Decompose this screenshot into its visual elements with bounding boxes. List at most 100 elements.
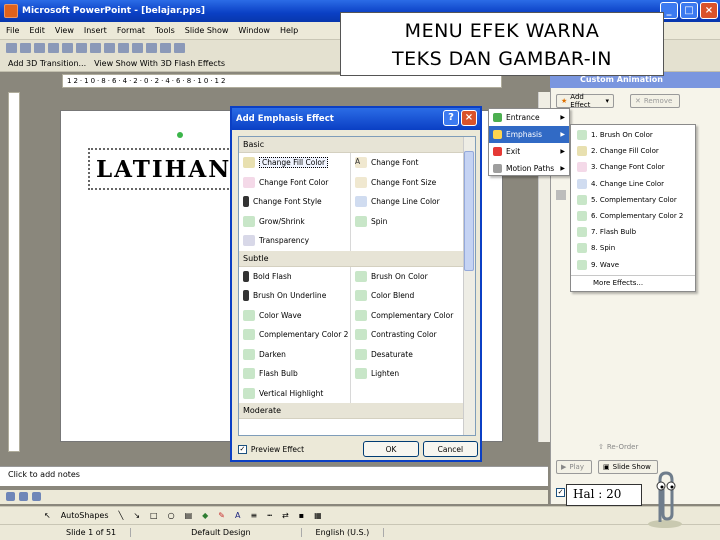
menu-item-motion-paths[interactable]: Motion Paths ▶	[489, 160, 569, 177]
submenu-item[interactable]: 5. Complementary Color	[571, 192, 695, 208]
help-button[interactable]: ?	[443, 110, 459, 126]
add-3d-transition-button[interactable]: Add 3D Transition...	[8, 59, 86, 68]
paste-icon[interactable]	[118, 43, 129, 53]
open-icon[interactable]	[20, 43, 31, 53]
list-item[interactable]: Transparency	[239, 231, 351, 251]
font-color-icon[interactable]: A	[235, 511, 240, 520]
menu-insert[interactable]: Insert	[84, 26, 107, 35]
notes-pane[interactable]: Click to add notes	[0, 466, 548, 486]
submenu-item[interactable]: 1. Brush On Color	[571, 127, 695, 143]
bold-icon	[243, 196, 249, 208]
undo-icon[interactable]	[132, 43, 143, 53]
list-item[interactable]: Brush On Underline	[239, 286, 351, 306]
menu-help[interactable]: Help	[280, 26, 298, 35]
list-item[interactable]: A Change Font	[351, 153, 463, 173]
list-item[interactable]: Change Line Color	[351, 192, 463, 212]
close-window-button[interactable]: ×	[700, 2, 718, 19]
submenu-item[interactable]: 9. Wave	[571, 257, 695, 273]
list-item[interactable]: Bold Flash	[239, 266, 351, 286]
list-item[interactable]: Color Blend	[351, 286, 463, 306]
oval-icon[interactable]: ○	[168, 511, 175, 520]
submenu-item[interactable]: 6. Complementary Color 2	[571, 208, 695, 224]
shadow-icon[interactable]: ▪	[299, 511, 304, 520]
line-style-icon[interactable]: ≡	[250, 511, 257, 520]
list-item[interactable]: Color Wave	[239, 305, 351, 325]
new-icon[interactable]	[6, 43, 17, 53]
slideshow-view-icon[interactable]	[32, 492, 41, 501]
list-item[interactable]: Desaturate	[351, 345, 463, 365]
menu-tools[interactable]: Tools	[155, 26, 175, 35]
chart-icon[interactable]	[160, 43, 171, 53]
ok-button[interactable]: OK	[363, 441, 419, 457]
submenu-item[interactable]: 3. Change Font Color	[571, 159, 695, 175]
submenu-item[interactable]: 4. Change Line Color	[571, 176, 695, 192]
view-3d-flash-button[interactable]: View Show With 3D Flash Effects	[94, 59, 225, 68]
arrow-style-icon[interactable]: ⇄	[282, 511, 289, 520]
submenu-item[interactable]: 7. Flash Bulb	[571, 224, 695, 240]
copy-icon[interactable]	[104, 43, 115, 53]
menu-slide-show[interactable]: Slide Show	[185, 26, 229, 35]
normal-view-icon[interactable]	[6, 492, 15, 501]
maximize-button[interactable]: □	[680, 2, 698, 19]
office-assistant-icon[interactable]	[646, 470, 684, 528]
entrance-icon	[493, 113, 502, 122]
list-item[interactable]: Grow/Shrink	[239, 211, 351, 231]
list-item[interactable]: Change Font Style	[239, 192, 351, 212]
slide-title-placeholder[interactable]: LATIHAN 0	[88, 148, 248, 190]
submenu-item[interactable]: 8. Spin	[571, 240, 695, 256]
dash-style-icon[interactable]: ┅	[267, 511, 272, 520]
list-item[interactable]: Change Font Size	[351, 173, 463, 193]
list-item[interactable]: Lighten	[351, 364, 463, 384]
menu-view[interactable]: View	[55, 26, 74, 35]
line-icon[interactable]: ╲	[119, 511, 124, 520]
menu-item-entrance[interactable]: Entrance ▶	[489, 109, 569, 126]
line-color-icon[interactable]: ✎	[218, 511, 225, 520]
list-item[interactable]: Contrasting Color	[351, 325, 463, 345]
caption-line-2: TEKS DAN GAMBAR-IN	[392, 48, 612, 70]
play-button[interactable]: ▶ Play	[556, 460, 592, 474]
autopreview-checkbox[interactable]: ✓	[556, 488, 565, 497]
table-icon[interactable]	[174, 43, 185, 53]
print-icon[interactable]	[48, 43, 59, 53]
save-icon[interactable]	[34, 43, 45, 53]
3d-icon[interactable]: ▦	[314, 511, 322, 520]
preview-icon[interactable]	[62, 43, 73, 53]
more-effects-item[interactable]: More Effects...	[571, 274, 695, 291]
menu-item-emphasis[interactable]: Emphasis ▶	[489, 126, 569, 143]
submenu-item[interactable]: 2. Change Fill Color	[571, 143, 695, 159]
list-item[interactable]: Complementary Color	[351, 306, 463, 326]
redo-icon[interactable]	[146, 43, 157, 53]
window-title: Microsoft PowerPoint - [belajar.pps]	[22, 6, 206, 16]
arrow-icon[interactable]: ↘	[133, 511, 140, 520]
dialog-scroll-thumb[interactable]	[464, 151, 474, 271]
list-item[interactable]: Complementary Color 2	[239, 325, 351, 345]
menu-format[interactable]: Format	[117, 26, 145, 35]
preview-checkbox[interactable]: ✓	[238, 444, 247, 454]
list-item[interactable]: Vertical Highlight	[239, 383, 351, 403]
menu-file[interactable]: File	[6, 26, 19, 35]
dialog-close-button[interactable]: ×	[461, 110, 477, 126]
list-item[interactable]: Change Font Color	[239, 172, 351, 192]
cancel-button[interactable]: Cancel	[422, 441, 478, 457]
rotate-handle[interactable]	[177, 132, 183, 138]
cut-icon[interactable]	[90, 43, 101, 53]
list-item[interactable]: Spin	[351, 212, 463, 232]
reorder-button[interactable]: ⇧ Re-Order	[594, 440, 646, 454]
sorter-view-icon[interactable]	[19, 492, 28, 501]
list-item[interactable]: Darken	[239, 344, 351, 364]
spelling-icon[interactable]	[76, 43, 87, 53]
autoshapes-menu[interactable]: AutoShapes	[61, 511, 109, 520]
list-item[interactable]: Change Fill Color	[239, 153, 351, 173]
fill-color-icon[interactable]: ◆	[202, 511, 208, 520]
status-slide: Slide 1 of 51	[0, 528, 132, 537]
list-item[interactable]: Brush On Color	[351, 267, 463, 287]
textbox-icon[interactable]: ▤	[185, 511, 193, 520]
select-arrow-icon[interactable]: ↖	[44, 511, 51, 520]
remove-button[interactable]: ✕ Remove	[630, 94, 680, 108]
menu-edit[interactable]: Edit	[29, 26, 45, 35]
menu-window[interactable]: Window	[238, 26, 270, 35]
add-effect-button[interactable]: ★ Add Effect ▾	[556, 93, 614, 109]
list-item[interactable]: Flash Bulb	[239, 364, 351, 384]
menu-item-exit[interactable]: Exit ▶	[489, 143, 569, 160]
rectangle-icon[interactable]: □	[150, 511, 158, 520]
